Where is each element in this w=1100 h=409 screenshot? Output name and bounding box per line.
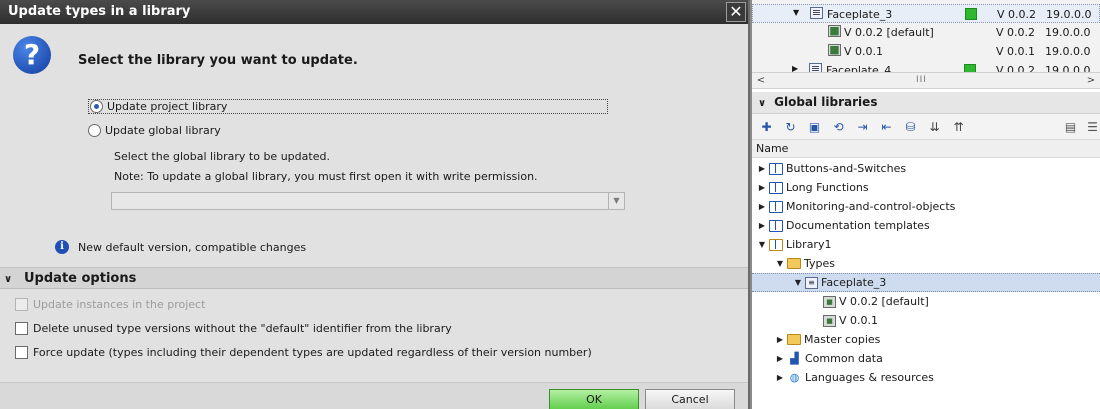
- chevron-down-icon[interactable]: ▼: [608, 193, 624, 209]
- radio-button[interactable]: [88, 123, 101, 137]
- option-update-instances: Update instances in the project: [15, 296, 205, 312]
- save-library-icon[interactable]: ▣: [806, 119, 823, 135]
- library-item-languages-resources[interactable]: ▶ ◍ Languages & resources: [752, 368, 1100, 387]
- libraries-panel: ▼ ≡ Faceplate_3 V 0.0.2 19.0.0.0 ■ V 0.0…: [752, 0, 1100, 409]
- folder-icon: [787, 258, 801, 269]
- type-icon: ≡: [805, 276, 818, 289]
- chevron-down-icon[interactable]: ∨: [758, 98, 766, 109]
- collapse-arrow-icon[interactable]: ▼: [757, 240, 767, 249]
- library-book-icon: [769, 181, 783, 194]
- horizontal-scrollbar[interactable]: < III >: [752, 72, 1100, 89]
- radio-update-project-library[interactable]: Update project library: [88, 98, 608, 114]
- library-item-buttons-and-switches[interactable]: ▶ Buttons-and-Switches: [752, 159, 1100, 178]
- version-icon: ■: [828, 24, 841, 37]
- sort-asc-icon[interactable]: ⇈: [950, 119, 967, 135]
- details-view-icon[interactable]: ▤: [1062, 119, 1079, 135]
- collapse-arrow-icon[interactable]: ▼: [793, 278, 803, 287]
- dialog-title: Update types in a library: [8, 4, 191, 19]
- info-icon: i: [55, 240, 69, 254]
- update-icon[interactable]: ⟲: [830, 119, 847, 135]
- library-item-monitoring-and-control-objects[interactable]: ▶ Monitoring-and-control-objects: [752, 197, 1100, 216]
- type-icon: ≡: [810, 6, 823, 19]
- library-book-icon: [769, 200, 783, 213]
- tree-row-faceplate-3[interactable]: ▼ ≡ Faceplate_3 V 0.0.2 19.0.0.0: [752, 4, 1100, 23]
- library-item-types[interactable]: ▼ Types: [752, 254, 1100, 273]
- version-icon: ■: [828, 43, 841, 56]
- database-icon[interactable]: ⛁: [902, 119, 919, 135]
- expand-arrow-icon[interactable]: ▶: [775, 335, 785, 344]
- list-view-icon[interactable]: ☰: [1084, 119, 1100, 135]
- collapse-arrow-icon[interactable]: ▼: [775, 259, 785, 268]
- library-item-master-copies[interactable]: ▶ Master copies: [752, 330, 1100, 349]
- globe-icon: ◍: [789, 370, 800, 384]
- select-global-library-note: Select the global library to be updated.: [114, 150, 330, 163]
- radio-label: Update project library: [107, 99, 228, 113]
- global-library-combo[interactable]: ▼: [111, 192, 625, 210]
- tree-row-version-default[interactable]: ■ V 0.0.2 [default] V 0.0.2 19.0.0.0: [752, 23, 1100, 42]
- expand-arrow-icon[interactable]: ▶: [757, 183, 767, 192]
- library-item-long-functions[interactable]: ▶ Long Functions: [752, 178, 1100, 197]
- status-green-icon: [965, 8, 977, 20]
- common-data-icon: ▟: [790, 351, 799, 365]
- folder-icon: [787, 334, 801, 345]
- checkbox[interactable]: [15, 345, 28, 359]
- new-library-icon[interactable]: ✚: [758, 119, 775, 135]
- question-icon: ?: [13, 36, 51, 74]
- library-item-documentation-templates[interactable]: ▶ Documentation templates: [752, 216, 1100, 235]
- dialog-titlebar: Update types in a library ✕: [0, 0, 748, 24]
- library-book-icon: [769, 162, 783, 175]
- tree-row-version-001[interactable]: ■ V 0.0.1 V 0.0.1 19.0.0.0: [752, 42, 1100, 61]
- close-button[interactable]: ✕: [726, 2, 746, 22]
- project-library-tree: ▼ ≡ Faceplate_3 V 0.0.2 19.0.0.0 ■ V 0.0…: [752, 0, 1100, 72]
- library-item-faceplate-3[interactable]: ▼ ≡ Faceplate_3: [752, 273, 1100, 292]
- library-item-version-default[interactable]: ■ V 0.0.2 [default]: [752, 292, 1100, 311]
- info-text: New default version, compatible changes: [78, 241, 307, 254]
- radio-update-global-library[interactable]: Update global library: [88, 122, 221, 138]
- checkbox-disabled: [15, 297, 28, 311]
- radio-label: Update global library: [105, 123, 221, 137]
- option-delete-unused-versions[interactable]: Delete unused type versions without the …: [15, 320, 452, 336]
- export-icon[interactable]: ⇥: [854, 119, 871, 135]
- dialog-question: Select the library you want to update.: [78, 53, 358, 68]
- library-item-library1[interactable]: ▼ Library1: [752, 235, 1100, 254]
- import-icon[interactable]: ⇤: [878, 119, 895, 135]
- column-header-name[interactable]: Name: [752, 140, 1100, 158]
- global-libraries-toolbar: ✚ ↻ ▣ ⟲ ⇥ ⇤ ⛁ ⇊ ⇈ ▤ ☰: [752, 114, 1100, 140]
- radio-button-selected[interactable]: [90, 99, 103, 113]
- library-item-common-data[interactable]: ▶ ▟ Common data: [752, 349, 1100, 368]
- tree-row-faceplate-4[interactable]: ▶ ≡ Faceplate_4 V 0.0.2 19.0.0.0: [752, 61, 1100, 72]
- update-options-header[interactable]: ∨ Update options: [0, 267, 748, 289]
- scroll-right-icon[interactable]: >: [1084, 74, 1098, 88]
- library-item-version-001[interactable]: ■ V 0.0.1: [752, 311, 1100, 330]
- expand-arrow-icon[interactable]: ▶: [757, 221, 767, 230]
- library-open-icon: [769, 238, 783, 251]
- expand-arrow-icon[interactable]: ▶: [757, 164, 767, 173]
- status-green-icon: [964, 64, 976, 72]
- sort-desc-icon[interactable]: ⇊: [926, 119, 943, 135]
- expand-arrow-icon[interactable]: ▶: [775, 373, 785, 382]
- chevron-down-icon[interactable]: ∨: [4, 274, 18, 285]
- expand-arrow-icon[interactable]: ▶: [775, 354, 785, 363]
- write-permission-note: Note: To update a global library, you mu…: [114, 170, 538, 183]
- option-force-update[interactable]: Force update (types including their depe…: [15, 344, 592, 360]
- version-icon: ■: [823, 314, 836, 327]
- type-icon: ≡: [809, 63, 822, 72]
- global-libraries-header[interactable]: ∨ Global libraries: [752, 92, 1100, 114]
- version-icon: ■: [823, 295, 836, 308]
- checkbox[interactable]: [15, 321, 28, 335]
- library-book-icon: [769, 219, 783, 232]
- expand-arrow-icon[interactable]: ▶: [757, 202, 767, 211]
- scroll-grip[interactable]: III: [916, 75, 927, 85]
- open-library-icon[interactable]: ↻: [782, 119, 799, 135]
- ok-button[interactable]: OK: [549, 389, 639, 409]
- scroll-left-icon[interactable]: <: [754, 74, 768, 88]
- cancel-button[interactable]: Cancel: [645, 389, 735, 409]
- update-types-dialog: Update types in a library ✕ ? Select the…: [0, 0, 750, 409]
